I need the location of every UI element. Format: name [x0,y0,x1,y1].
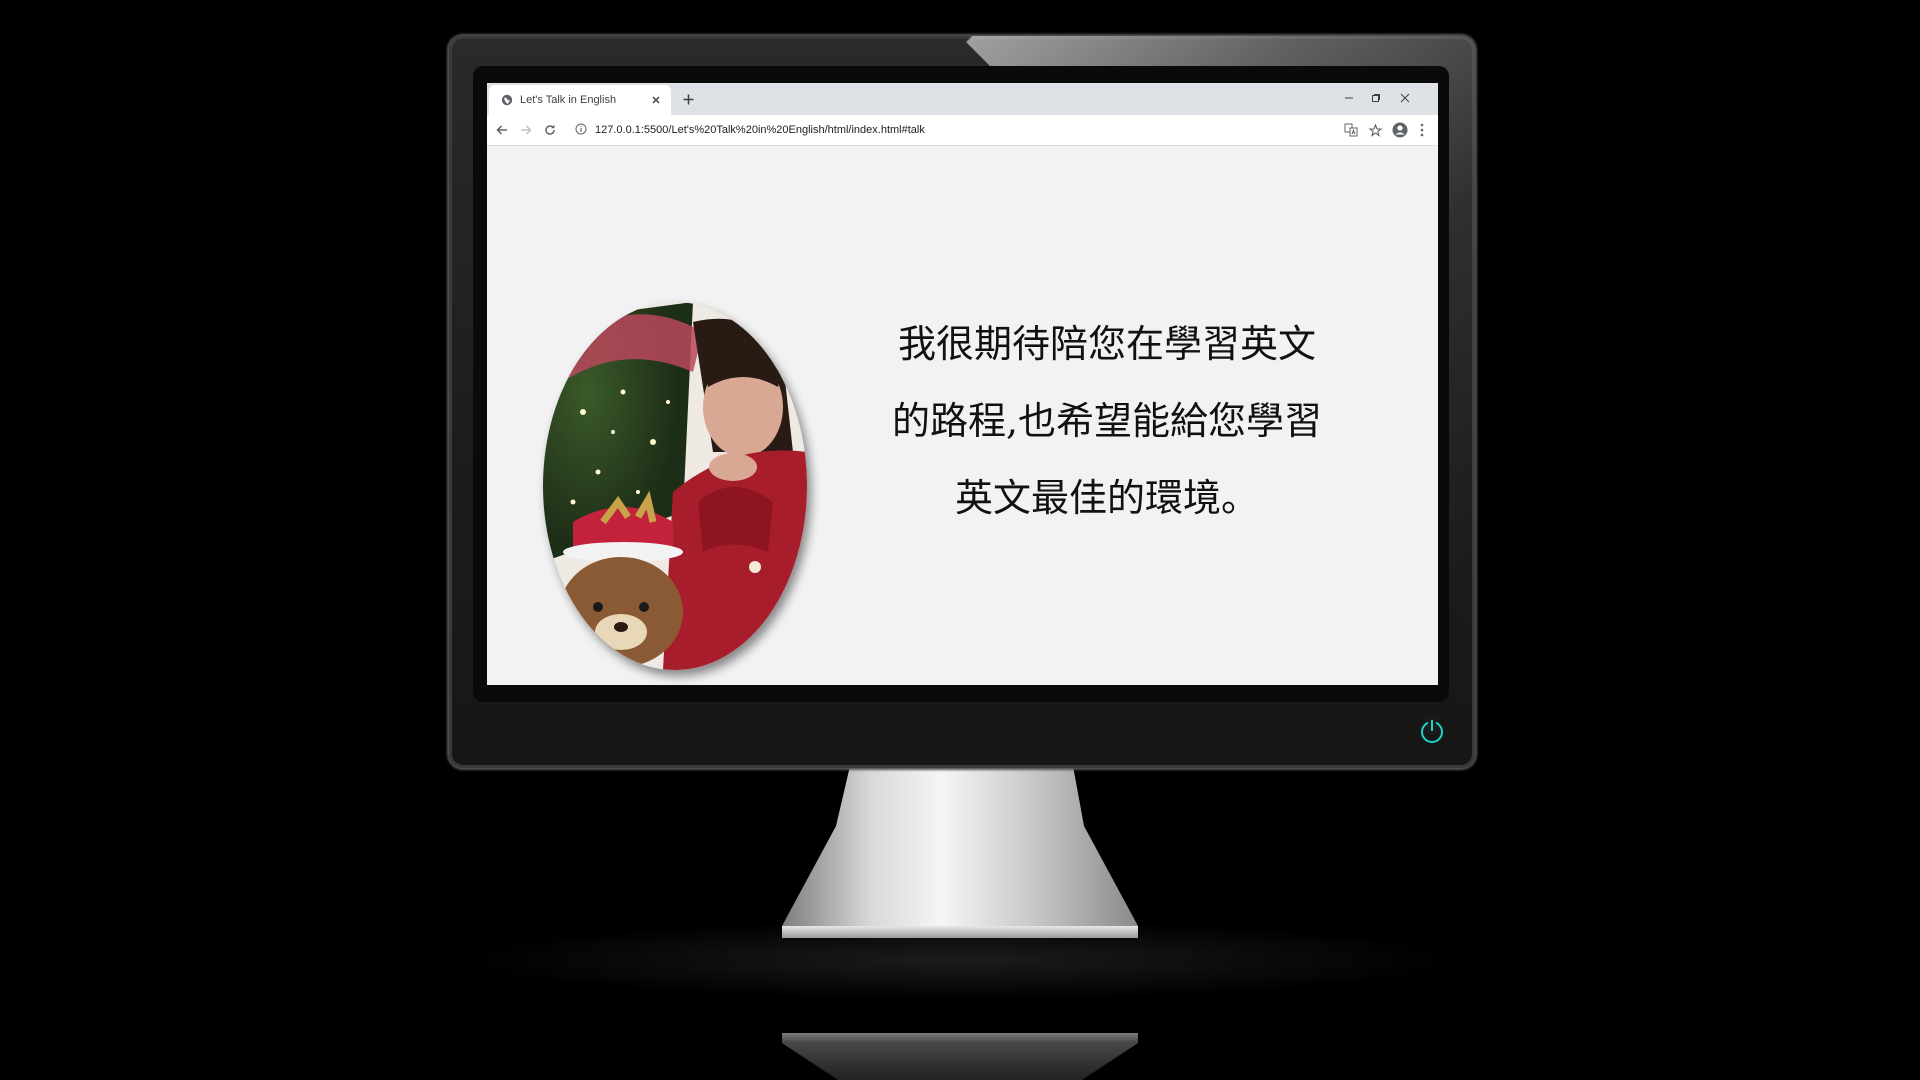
minimize-icon[interactable] [1338,89,1360,107]
translate-icon[interactable] [1342,121,1360,139]
url-text: 127.0.0.1:5500/Let's%20Talk%20in%20Engli… [595,124,925,136]
profile-avatar-icon[interactable] [1391,121,1409,139]
web-page: 我很期待陪您在學習英文 的路程,也希望能給您學習 英文最佳的環境。 [487,146,1438,685]
monitor-stand [782,766,1138,938]
intro-line: 的路程,也希望能給您學習 [891,399,1323,443]
monitor-stand-base [782,926,1138,938]
restore-icon[interactable] [1365,89,1387,107]
stand-base-reflection [782,1033,1138,1080]
window-close-icon[interactable] [1394,89,1416,107]
intro-line: 我很期待陪您在學習英文 [897,322,1316,366]
forward-icon[interactable] [517,121,535,139]
tab-title: Let's Talk in English [520,94,617,106]
bookmark-star-icon[interactable] [1366,121,1384,139]
close-icon[interactable] [647,91,665,109]
reload-icon[interactable] [541,121,559,139]
browser-toolbar: 127.0.0.1:5500/Let's%20Talk%20in%20Engli… [487,115,1438,146]
teacher-portrait [543,302,807,670]
globe-icon [501,94,513,106]
intro-paragraph: 我很期待陪您在學習英文 的路程,也希望能給您學習 英文最佳的環境。 [887,306,1327,537]
desktop-scene: Let's Talk in English 127.0.0.1:5500/Let… [0,0,1920,1080]
address-bar[interactable]: 127.0.0.1:5500/Let's%20Talk%20in%20Engli… [569,119,1299,141]
menu-kebab-icon[interactable] [1413,121,1431,139]
intro-line: 英文最佳的環境。 [954,476,1259,520]
power-icon[interactable] [1421,721,1443,743]
monitor-screen: Let's Talk in English 127.0.0.1:5500/Let… [487,83,1438,685]
tab-strip: Let's Talk in English [487,83,1438,115]
tab-active[interactable]: Let's Talk in English [489,85,671,115]
info-icon[interactable] [575,123,589,137]
new-tab-icon[interactable] [679,90,697,108]
back-icon[interactable] [493,121,511,139]
